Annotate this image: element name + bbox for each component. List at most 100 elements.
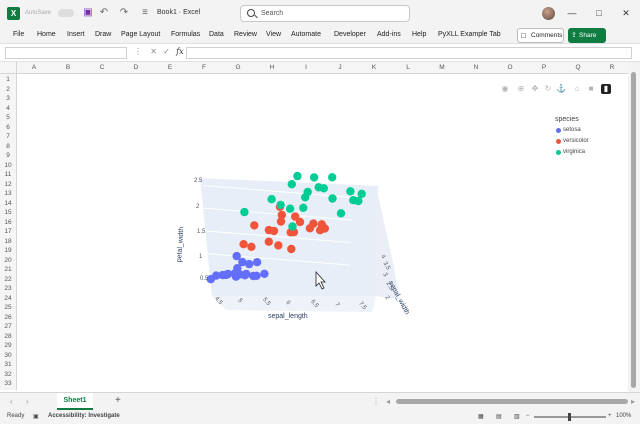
- row-header[interactable]: 7: [0, 133, 16, 140]
- redo-icon[interactable]: ↷: [118, 7, 130, 19]
- tab-formulas[interactable]: Formulas: [171, 31, 200, 38]
- row-header[interactable]: 4: [0, 105, 16, 112]
- zoom-in-icon[interactable]: +: [608, 413, 612, 419]
- home-icon[interactable]: ⌂: [572, 84, 582, 94]
- accessibility-status[interactable]: Accessibility: Investigate: [48, 413, 120, 419]
- undo-icon[interactable]: ↶: [98, 7, 110, 19]
- tab-help[interactable]: Help: [412, 31, 426, 38]
- row-header[interactable]: 26: [0, 314, 16, 321]
- row-header[interactable]: 2: [0, 86, 16, 93]
- prev-sheet-icon[interactable]: ‹: [10, 397, 13, 406]
- column-header[interactable]: L: [391, 64, 425, 71]
- select-all-corner[interactable]: [0, 62, 17, 74]
- row-header[interactable]: 17: [0, 228, 16, 235]
- macro-record-icon[interactable]: ▣: [33, 413, 39, 420]
- maximize-icon[interactable]: □: [592, 6, 606, 20]
- row-header[interactable]: 25: [0, 304, 16, 311]
- column-header[interactable]: C: [85, 64, 119, 71]
- customize-toolbar-icon[interactable]: ≡: [139, 7, 151, 19]
- tab-home[interactable]: Home: [37, 31, 56, 38]
- row-header[interactable]: 11: [0, 171, 16, 178]
- reset-camera-icon[interactable]: ■: [586, 84, 596, 94]
- row-header[interactable]: 19: [0, 247, 16, 254]
- column-header[interactable]: D: [119, 64, 153, 71]
- zoom-slider-knob[interactable]: [568, 413, 571, 421]
- turntable-icon[interactable]: ⚓: [556, 84, 566, 94]
- row-header[interactable]: 10: [0, 162, 16, 169]
- tab-review[interactable]: Review: [234, 31, 257, 38]
- row-header[interactable]: 23: [0, 285, 16, 292]
- row-header[interactable]: 33: [0, 380, 16, 387]
- column-header[interactable]: G: [221, 64, 255, 71]
- scroll-left-icon[interactable]: ◂: [386, 397, 390, 406]
- tab-insert[interactable]: Insert: [67, 31, 85, 38]
- tab-view[interactable]: View: [266, 31, 281, 38]
- sheet-tab-sheet1[interactable]: Sheet1: [57, 393, 93, 410]
- row-header[interactable]: 3: [0, 95, 16, 102]
- pan-icon[interactable]: ✥: [530, 84, 540, 94]
- worksheet-area[interactable]: [17, 74, 628, 390]
- column-header[interactable]: H: [255, 64, 289, 71]
- cancel-icon[interactable]: ✕: [150, 47, 157, 56]
- plotly-logo-icon[interactable]: ▮: [601, 84, 611, 94]
- tab-pyxll-example[interactable]: PyXLL Example Tab: [438, 31, 501, 38]
- row-header[interactable]: 24: [0, 295, 16, 302]
- tabs-more-icon[interactable]: ⋮: [372, 397, 380, 406]
- row-header[interactable]: 28: [0, 333, 16, 340]
- column-header[interactable]: K: [357, 64, 391, 71]
- enter-icon[interactable]: ✓: [163, 47, 170, 56]
- row-header[interactable]: 27: [0, 323, 16, 330]
- column-header[interactable]: O: [493, 64, 527, 71]
- column-header[interactable]: J: [323, 64, 357, 71]
- row-header[interactable]: 14: [0, 200, 16, 207]
- row-header[interactable]: 30: [0, 352, 16, 359]
- autosave-toggle[interactable]: [58, 9, 74, 17]
- minimize-icon[interactable]: —: [565, 6, 579, 20]
- horizontal-scroll-thumb[interactable]: [396, 399, 628, 404]
- tab-automate[interactable]: Automate: [291, 31, 321, 38]
- legend-item-virginica[interactable]: virginica: [556, 149, 585, 155]
- row-header[interactable]: 5: [0, 114, 16, 121]
- row-header[interactable]: 21: [0, 266, 16, 273]
- row-header[interactable]: 31: [0, 361, 16, 368]
- column-header[interactable]: B: [51, 64, 85, 71]
- close-icon[interactable]: ✕: [619, 6, 633, 20]
- zoom-level[interactable]: 100%: [616, 413, 631, 419]
- row-header[interactable]: 13: [0, 190, 16, 197]
- zoom-out-icon[interactable]: −: [526, 413, 530, 419]
- share-button[interactable]: Share: [568, 28, 606, 43]
- tab-developer[interactable]: Developer: [334, 31, 366, 38]
- insert-function-icon[interactable]: fx: [176, 47, 183, 56]
- vertical-scrollbar[interactable]: [628, 62, 640, 392]
- camera-icon[interactable]: ◉: [500, 84, 510, 94]
- name-box[interactable]: [5, 47, 127, 59]
- column-header[interactable]: M: [425, 64, 459, 71]
- orbit-icon[interactable]: ↻: [543, 84, 553, 94]
- search-box[interactable]: Search: [240, 5, 410, 22]
- save-icon[interactable]: ▣: [82, 7, 94, 19]
- comments-button[interactable]: Comments: [517, 28, 564, 43]
- next-sheet-icon[interactable]: ›: [26, 397, 29, 406]
- column-header[interactable]: R: [595, 64, 629, 71]
- column-header[interactable]: I: [289, 64, 323, 71]
- column-header[interactable]: F: [187, 64, 221, 71]
- scroll-right-icon[interactable]: ▸: [631, 397, 635, 406]
- row-header[interactable]: 18: [0, 238, 16, 245]
- normal-view-icon[interactable]: ▦: [478, 413, 484, 420]
- row-header[interactable]: 1: [0, 76, 16, 83]
- row-header[interactable]: 32: [0, 371, 16, 378]
- row-header[interactable]: 20: [0, 257, 16, 264]
- tab-add-ins[interactable]: Add-ins: [377, 31, 401, 38]
- row-header[interactable]: 15: [0, 209, 16, 216]
- tab-data[interactable]: Data: [209, 31, 224, 38]
- row-header[interactable]: 12: [0, 181, 16, 188]
- row-header[interactable]: 9: [0, 152, 16, 159]
- column-header[interactable]: A: [17, 64, 51, 71]
- zoom-icon[interactable]: ⊕: [516, 84, 526, 94]
- legend-item-versicolor[interactable]: versicolor: [556, 138, 589, 144]
- page-break-view-icon[interactable]: ▥: [514, 413, 520, 420]
- add-sheet-icon[interactable]: +: [115, 395, 121, 406]
- row-header[interactable]: 16: [0, 219, 16, 226]
- more-options-icon[interactable]: ⋮: [134, 47, 142, 56]
- formula-input[interactable]: [186, 47, 632, 59]
